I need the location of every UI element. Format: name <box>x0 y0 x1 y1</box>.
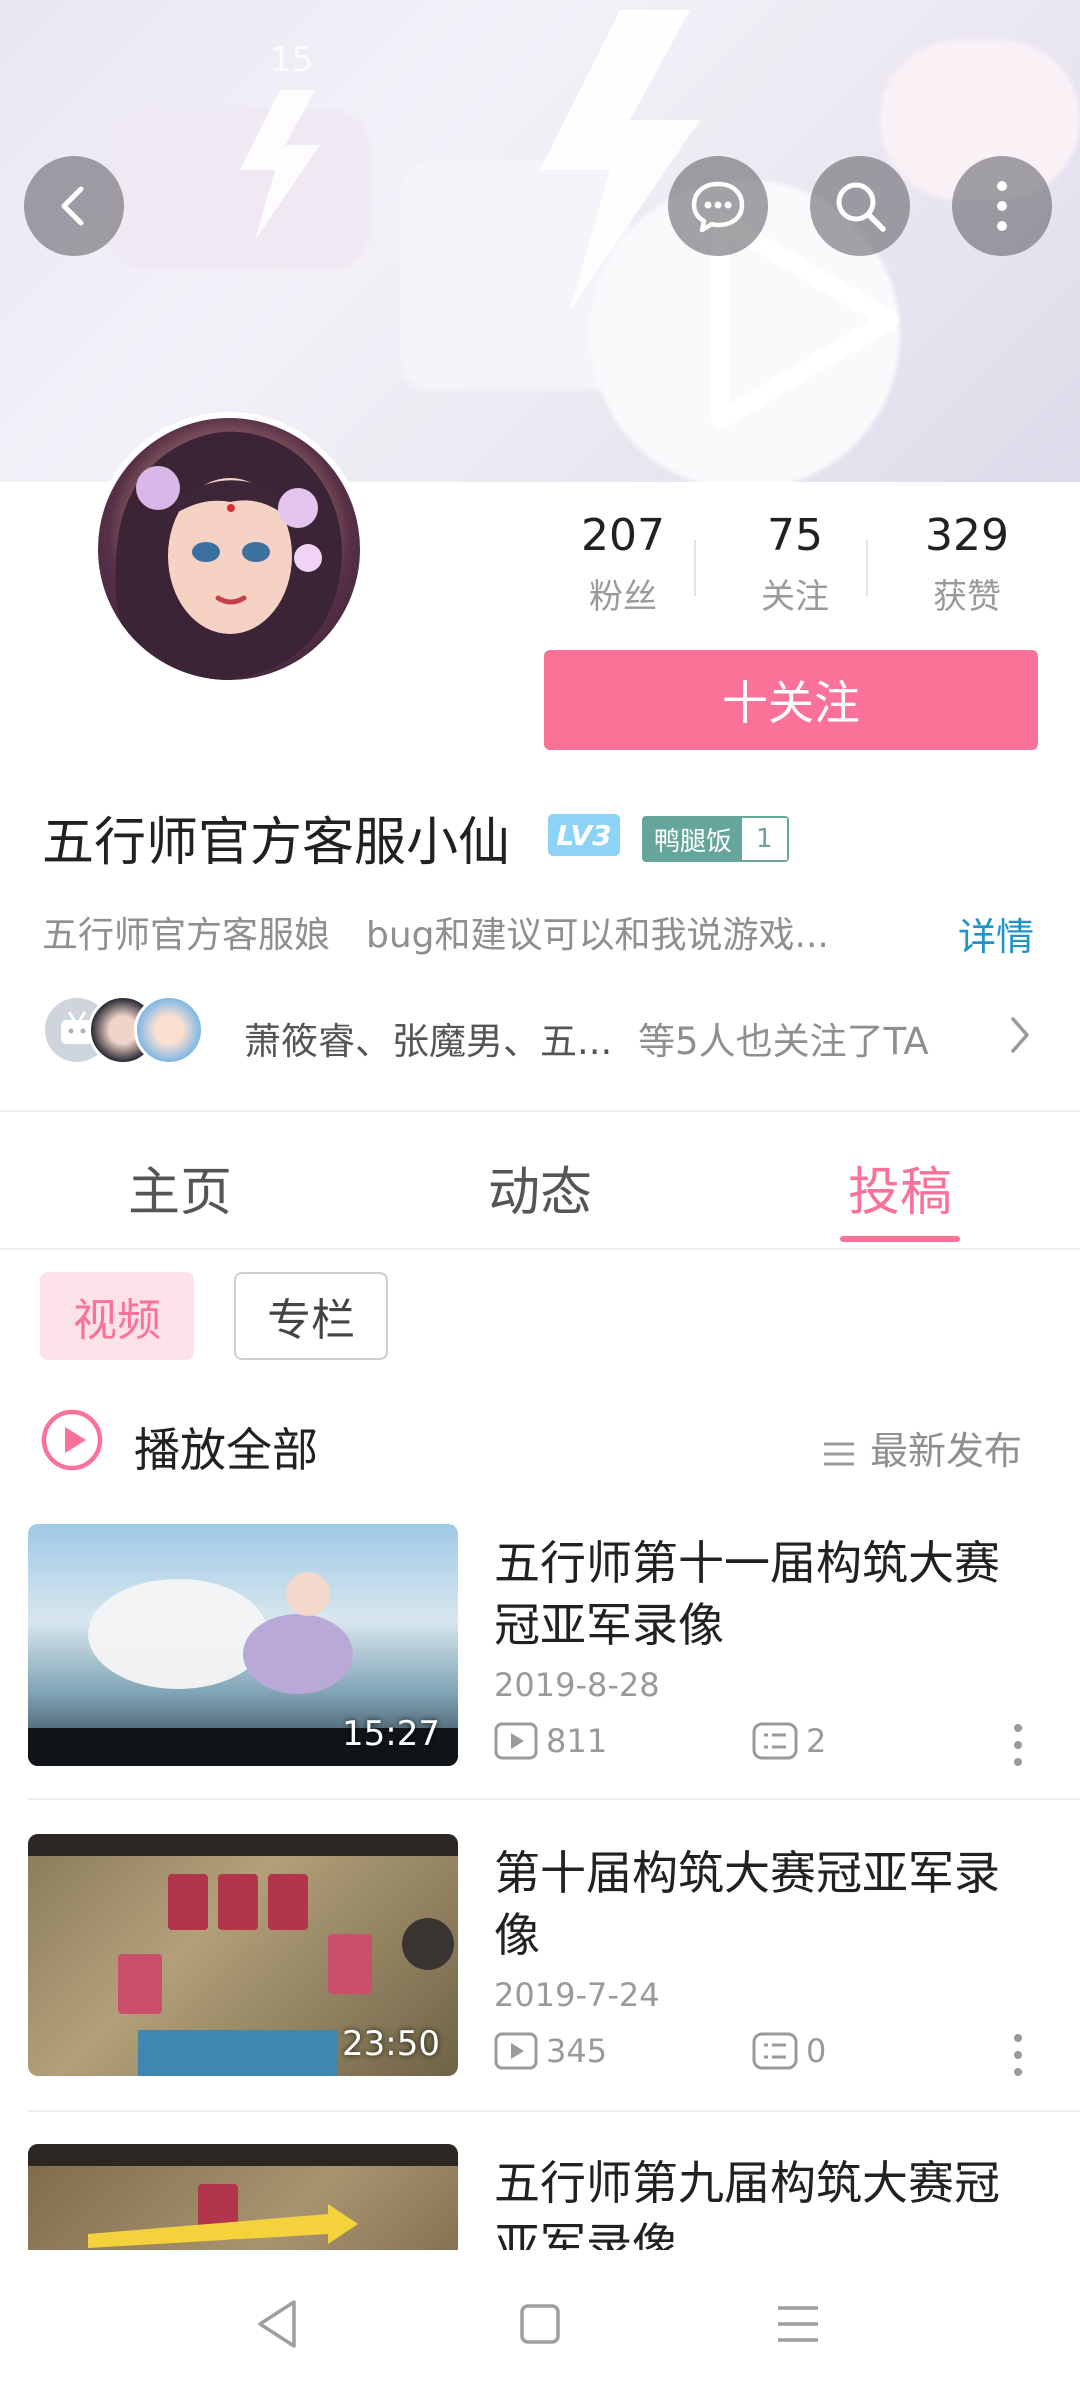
chip-video[interactable]: 视频 <box>40 1272 194 1360</box>
comment-count: 0 <box>806 2032 827 2070</box>
nav-menu-icon[interactable] <box>768 2294 828 2354</box>
video-plays: 345 <box>494 2032 607 2070</box>
more-button[interactable] <box>952 156 1052 256</box>
section-divider <box>0 1110 1080 1112</box>
video-item[interactable]: 五行师第九届构筑大赛冠亚军录像 <box>0 2144 1080 2250</box>
stat-following[interactable]: 75 关注 <box>712 510 878 618</box>
video-comments: 2 <box>752 1722 826 1760</box>
stat-fans[interactable]: 207 粉丝 <box>540 510 706 618</box>
list-divider <box>28 2110 1080 2112</box>
mutual-followers-row[interactable]: 萧筱睿、张魔男、五... 等5人也关注了TA <box>42 995 1042 1075</box>
play-count: 811 <box>546 1722 608 1760</box>
stat-label: 关注 <box>761 577 829 617</box>
video-title: 五行师第九届构筑大赛冠亚军录像 <box>494 2156 1000 2250</box>
tab-dynamic[interactable]: 动态 <box>488 1150 592 1225</box>
medal-level: 1 <box>742 818 787 860</box>
comment-icon <box>752 2032 798 2070</box>
thumbnail-art <box>28 2144 458 2248</box>
video-title: 五行师第十一届构筑大赛冠亚军录像 <box>494 1536 1000 1652</box>
tab-indicator <box>840 1236 960 1242</box>
tab-home[interactable]: 主页 <box>128 1150 232 1225</box>
video-thumbnail <box>28 2144 458 2250</box>
video-thumbnail: 23:50 <box>28 1834 458 2076</box>
stat-likes[interactable]: 329 获赞 <box>884 510 1050 618</box>
status-bar: 15 <box>0 0 1080 80</box>
user-signature: 五行师官方客服娘 bug和建议可以和我说游戏... <box>42 915 829 956</box>
stat-divider <box>866 540 868 596</box>
stat-label: 获赞 <box>933 577 1001 617</box>
profile-banner <box>0 0 1080 482</box>
video-title: 第十届构筑大赛冠亚军录像 <box>494 1846 1000 1962</box>
detail-link[interactable]: 详情 <box>958 906 1034 961</box>
tabs-divider <box>0 1248 1080 1250</box>
stat-value: 75 <box>767 510 823 561</box>
search-button[interactable] <box>810 156 910 256</box>
profile-avatar[interactable] <box>92 412 366 686</box>
nav-back-icon[interactable] <box>248 2294 308 2354</box>
message-button[interactable] <box>668 156 768 256</box>
video-item[interactable]: 23:50 第十届构筑大赛冠亚军录像 2019-7-24 345 0 <box>0 1834 1080 2134</box>
list-icon <box>824 1442 854 1465</box>
follow-button[interactable]: 十关注 <box>544 650 1038 750</box>
video-thumbnail: 15:27 <box>28 1524 458 1766</box>
video-comments: 0 <box>752 2032 826 2070</box>
mutual-names: 萧筱睿、张魔男、五... <box>244 1020 613 1063</box>
level-badge: LV3 <box>548 814 620 856</box>
status-time: 15 <box>270 40 314 80</box>
stat-value: 329 <box>925 510 1009 561</box>
stat-value: 207 <box>581 510 665 561</box>
mutual-followers-text: 萧筱睿、张魔男、五... 等5人也关注了TA <box>244 1011 929 1065</box>
system-nav-bar <box>0 2250 1080 2400</box>
video-plays: 811 <box>494 1722 607 1760</box>
list-divider <box>28 1798 1080 1800</box>
sort-label: 最新发布 <box>870 1429 1023 1473</box>
video-item[interactable]: 15:27 五行师第十一届构筑大赛冠亚军录像 2019-8-28 811 2 <box>0 1524 1080 1824</box>
sort-button[interactable]: 最新发布 <box>822 1420 1022 1475</box>
play-circle-icon <box>41 1409 103 1471</box>
play-all-label: 播放全部 <box>134 1423 318 1477</box>
chevron-left-icon <box>61 186 84 226</box>
play-all-button[interactable]: 播放全部 <box>40 1408 318 1478</box>
chat-bubble-icon <box>691 181 745 233</box>
play-count-icon <box>494 2032 538 2070</box>
tab-submissions[interactable]: 投稿 <box>848 1150 952 1225</box>
video-date: 2019-8-28 <box>494 1666 660 1704</box>
profile-stats: 207 粉丝 75 关注 329 获赞 <box>540 510 1040 620</box>
video-duration: 23:50 <box>342 2024 440 2064</box>
play-count: 345 <box>546 2032 608 2070</box>
medal-name: 鸭腿饭 <box>644 818 743 860</box>
stat-label: 粉丝 <box>589 577 657 617</box>
fan-medal[interactable]: 鸭腿饭 1 <box>642 816 789 862</box>
chevron-right-icon <box>1011 1017 1029 1053</box>
more-vertical-icon[interactable] <box>1008 2030 1028 2080</box>
lightning-decoration-small <box>240 90 320 240</box>
more-vertical-icon <box>997 181 1007 231</box>
avatar-portrait <box>115 431 343 680</box>
back-button[interactable] <box>24 156 124 256</box>
video-duration: 15:27 <box>342 1714 440 1754</box>
video-date: 2019-7-24 <box>494 1976 660 2014</box>
mutual-avatar <box>134 995 204 1065</box>
comment-icon <box>752 1722 798 1760</box>
mutual-suffix: 等5人也关注了TA <box>638 1020 929 1063</box>
username: 五行师官方客服小仙 <box>42 813 511 873</box>
nav-home-icon[interactable] <box>510 2294 570 2354</box>
stat-divider <box>694 540 696 596</box>
comment-count: 2 <box>806 1722 827 1760</box>
more-vertical-icon[interactable] <box>1008 1720 1028 1770</box>
play-count-icon <box>494 1722 538 1760</box>
search-icon <box>836 182 886 232</box>
chip-column[interactable]: 专栏 <box>234 1272 388 1360</box>
